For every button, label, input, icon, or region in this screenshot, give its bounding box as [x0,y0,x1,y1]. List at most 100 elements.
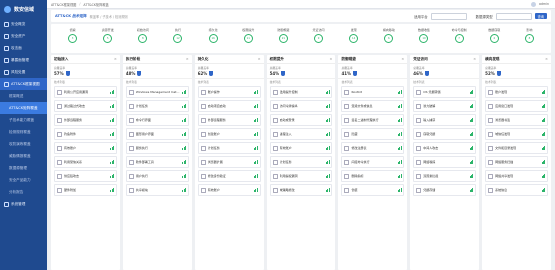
technique-card[interactable]: 进程注入 [269,128,333,140]
technique-checkbox[interactable] [416,145,422,151]
close-icon[interactable]: × [473,57,476,61]
technique-card[interactable]: 窃取凭据 [413,128,477,140]
sidebar-item[interactable]: ATT&CK框架视图 [0,78,47,90]
close-icon[interactable]: × [186,57,189,61]
technique-card[interactable]: 系统信息 [485,184,549,196]
technique-checkbox[interactable] [200,173,206,179]
technique-checkbox[interactable] [128,89,134,95]
technique-checkbox[interactable] [344,159,350,165]
technique-card[interactable]: 访问令牌操纵 [269,100,333,112]
breadcrumb-root[interactable]: ATT&CK框架视图 [51,2,76,7]
close-icon[interactable]: × [329,57,332,61]
technique-checkbox[interactable] [57,131,62,137]
technique-checkbox[interactable] [57,173,62,179]
technique-checkbox[interactable] [200,145,206,151]
technique-checkbox[interactable] [128,103,134,109]
technique-checkbox[interactable] [272,159,278,165]
platform-select[interactable] [430,12,467,20]
technique-card[interactable]: 供应链攻击 [54,170,117,182]
technique-checkbox[interactable] [57,89,62,95]
technique-card[interactable]: 账户发现 [485,86,549,98]
technique-checkbox[interactable] [416,131,422,137]
technique-checkbox[interactable] [57,159,62,165]
technique-checkbox[interactable] [344,145,350,151]
technique-card[interactable]: 命令行界面 [125,114,189,126]
tactic-stat[interactable]: 侦察 3 [55,24,90,43]
technique-checkbox[interactable] [344,117,350,123]
technique-card[interactable]: 中间人攻击 [413,142,477,154]
technique-checkbox[interactable] [416,103,422,109]
technique-checkbox[interactable] [272,173,278,179]
technique-checkbox[interactable] [488,117,494,123]
technique-card[interactable]: 隐藏 [341,128,405,140]
technique-checkbox[interactable] [416,117,422,123]
sidebar-item[interactable]: 威胁情报覆盖 [0,150,47,162]
tactic-stat[interactable]: 凭证访问 9 [301,24,336,43]
technique-checkbox[interactable] [344,89,350,95]
datasource-select[interactable] [495,12,532,20]
technique-checkbox[interactable] [272,117,278,123]
technique-card[interactable]: 启动或登录 [269,114,333,126]
avatar[interactable] [531,1,536,7]
tactic-stat[interactable]: 横向移动 6 [371,24,406,43]
technique-card[interactable]: 浏览器扩展 [197,156,261,168]
technique-checkbox[interactable] [488,131,494,137]
sidebar-item[interactable]: 分析报告 [0,186,47,198]
technique-checkbox[interactable] [488,103,494,109]
technique-card[interactable]: 外部远程服务 [54,114,117,126]
technique-checkbox[interactable] [488,89,494,95]
sidebar-item[interactable]: 攻防演练覆盖 [0,138,47,150]
technique-card[interactable]: 有效账户 [197,184,261,196]
technique-checkbox[interactable] [272,131,278,137]
technique-checkbox[interactable] [200,159,206,165]
close-icon[interactable]: × [258,57,261,61]
sidebar-item[interactable]: 风险处置 [0,66,47,78]
technique-card[interactable]: 文件和目录发现 [485,142,549,154]
technique-checkbox[interactable] [128,159,134,165]
sidebar-item[interactable]: 安全产品能力 [0,174,47,186]
technique-checkbox[interactable] [416,187,422,193]
technique-card[interactable]: Rootkit [341,86,405,98]
technique-checkbox[interactable] [344,187,350,193]
technique-checkbox[interactable] [416,89,422,95]
tactic-stat[interactable]: 权限提升 11 [231,24,266,43]
technique-card[interactable]: 软件部署工具 [125,156,189,168]
technique-card[interactable]: 账户操作 [197,86,261,98]
tactic-stat[interactable]: 资源开发 5 [90,24,125,43]
tactic-stat[interactable]: 发现 14 [336,24,371,43]
technique-card[interactable]: 网络共享发现 [485,170,549,182]
technique-card[interactable]: 通过路过式攻击 [54,100,117,112]
close-icon[interactable]: × [545,57,548,61]
technique-card[interactable]: 创建账户 [197,128,261,140]
technique-card[interactable]: 暴力破解 [413,100,477,112]
technique-checkbox[interactable] [272,145,278,151]
close-icon[interactable]: × [114,57,117,61]
technique-card[interactable]: 滥用提升控制 [269,86,333,98]
technique-checkbox[interactable] [272,103,278,109]
sidebar-item[interactable]: ATT&CK矩阵覆盖 [0,102,47,114]
technique-checkbox[interactable] [272,187,278,193]
technique-card[interactable]: 钓鱼附件 [54,128,117,140]
query-button[interactable]: 查询 [534,13,547,19]
technique-card[interactable]: 网络嗅探 [413,156,477,168]
technique-card[interactable]: 修改身份验证 [197,170,261,182]
technique-card[interactable]: 计划任务 [269,156,333,168]
technique-card[interactable]: 网络服务扫描 [485,156,549,168]
technique-checkbox[interactable] [200,103,206,109]
technique-card[interactable]: 硬件附加 [54,184,117,196]
technique-card[interactable]: 修改注册表 [341,142,405,154]
technique-card[interactable]: 域策略修改 [269,184,333,196]
technique-checkbox[interactable] [488,145,494,151]
sidebar-item[interactable]: 检测规则覆盖 [0,126,47,138]
technique-card[interactable]: OS 凭据转储 [413,86,477,98]
tactic-stat[interactable]: 防御规避 21 [266,24,301,43]
technique-checkbox[interactable] [344,173,350,179]
sidebar-item[interactable]: 系统管理 [0,198,47,210]
sidebar-item[interactable]: 框架概述 [0,90,47,102]
tactic-stat[interactable]: 数据收集 10 [406,24,441,43]
technique-card[interactable]: 伪装 [341,184,405,196]
technique-card[interactable]: 删除指标 [341,170,405,182]
sidebar-item[interactable]: 暴露面管理 [0,54,47,66]
technique-card[interactable]: Windows Management Instrumentation [125,86,189,98]
technique-checkbox[interactable] [57,145,62,151]
